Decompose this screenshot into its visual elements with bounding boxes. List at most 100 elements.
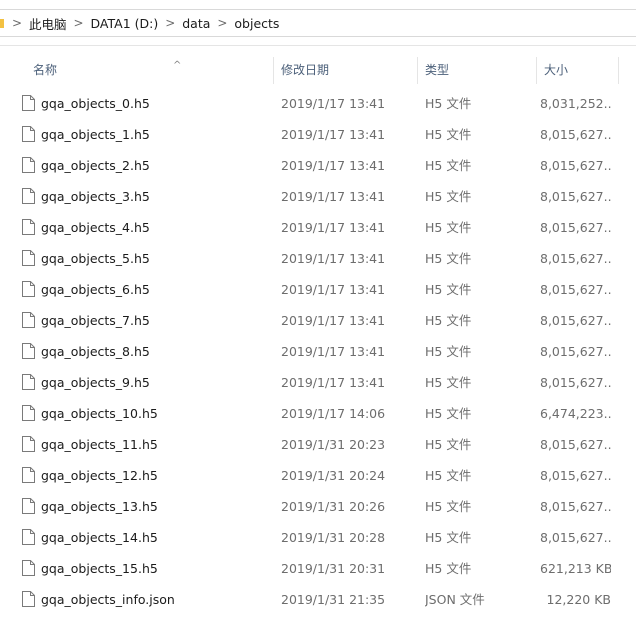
file-icon [22, 436, 35, 452]
file-type: H5 文件 [425, 282, 472, 297]
file-row[interactable]: gqa_objects_13.h5 2019/1/31 20:26 H5 文件 8,0… [0, 491, 636, 522]
file-date-modified: 2019/1/31 20:26 [281, 499, 386, 514]
file-icon [22, 95, 35, 111]
file-size: 8,015,627... [540, 530, 611, 545]
file-date-modified: 2019/1/17 13:41 [281, 282, 386, 297]
file-name: gqa_objects_0.h5 [41, 96, 150, 111]
file-size: 8,015,627... [540, 313, 611, 328]
file-type: H5 文件 [425, 499, 472, 514]
file-size: 6,474,223... [540, 406, 611, 421]
file-row[interactable]: gqa_objects_2.h5 2019/1/17 13:41 H5 文件 8,01… [0, 150, 636, 181]
file-row[interactable]: gqa_objects_4.h5 2019/1/17 13:41 H5 文件 8,01… [0, 212, 636, 243]
file-row[interactable]: gqa_objects_info.json 2019/1/31 21:35 JSON… [0, 584, 636, 615]
chevron-right-icon[interactable]: > [69, 16, 89, 30]
file-type: H5 文件 [425, 220, 472, 235]
file-row[interactable]: gqa_objects_8.h5 2019/1/17 13:41 H5 文件 8,01… [0, 336, 636, 367]
file-icon [22, 343, 35, 359]
file-size: 8,015,627... [540, 220, 611, 235]
file-name: gqa_objects_info.json [41, 592, 175, 607]
file-type: H5 文件 [425, 313, 472, 328]
breadcrumb-item-objects[interactable]: objects [232, 14, 281, 33]
file-date-modified: 2019/1/17 14:06 [281, 406, 386, 421]
file-row[interactable]: gqa_objects_7.h5 2019/1/17 13:41 H5 文件 8,01… [0, 305, 636, 336]
file-row[interactable]: gqa_objects_11.h5 2019/1/31 20:23 H5 文件 8,0… [0, 429, 636, 460]
vertical-scrollbar[interactable] [619, 57, 636, 625]
file-size: 12,220 KB [546, 592, 611, 607]
file-date-modified: 2019/1/17 13:41 [281, 251, 386, 266]
breadcrumb-item-data[interactable]: data [180, 14, 212, 33]
file-name: gqa_objects_13.h5 [41, 499, 158, 514]
breadcrumb: > 此电脑 > DATA1 (D:) > data > objects [0, 9, 636, 37]
chevron-right-icon[interactable]: > [7, 16, 27, 30]
file-type: H5 文件 [425, 530, 472, 545]
file-row[interactable]: gqa_objects_9.h5 2019/1/17 13:41 H5 文件 8,01… [0, 367, 636, 398]
file-size: 8,015,627... [540, 375, 611, 390]
column-header-name-label: 名称 [33, 63, 58, 77]
file-name: gqa_objects_7.h5 [41, 313, 150, 328]
file-row[interactable]: gqa_objects_5.h5 2019/1/17 13:41 H5 文件 8,01… [0, 243, 636, 274]
file-size: 8,015,627... [540, 251, 611, 266]
file-size: 8,015,627... [540, 499, 611, 514]
file-row[interactable]: gqa_objects_14.h5 2019/1/31 20:28 H5 文件 8,0… [0, 522, 636, 553]
file-name: gqa_objects_3.h5 [41, 189, 150, 204]
file-icon [22, 498, 35, 514]
file-size: 8,015,627... [540, 344, 611, 359]
address-bar: > 此电脑 > DATA1 (D:) > data > objects [0, 0, 636, 46]
file-size: 8,015,627... [540, 127, 611, 142]
file-name: gqa_objects_15.h5 [41, 561, 158, 576]
file-type: H5 文件 [425, 406, 472, 421]
file-date-modified: 2019/1/17 13:41 [281, 189, 386, 204]
file-date-modified: 2019/1/31 20:23 [281, 437, 386, 452]
file-size: 8,015,627... [540, 437, 611, 452]
file-row[interactable]: gqa_objects_10.h5 2019/1/17 14:06 H5 文件 6,4… [0, 398, 636, 429]
file-icon [22, 560, 35, 576]
file-type: H5 文件 [425, 344, 472, 359]
file-size: 8,015,627... [540, 158, 611, 173]
chevron-right-icon[interactable]: > [212, 16, 232, 30]
file-icon [22, 529, 35, 545]
file-size: 8,031,252... [540, 96, 611, 111]
file-type: H5 文件 [425, 437, 472, 452]
file-type: H5 文件 [425, 127, 472, 142]
file-type: H5 文件 [425, 189, 472, 204]
file-icon [22, 374, 35, 390]
folder-icon [0, 17, 7, 29]
chevron-right-icon[interactable]: > [160, 16, 180, 30]
column-header-type[interactable]: 类型 [418, 57, 537, 84]
breadcrumb-item-drive[interactable]: DATA1 (D:) [89, 14, 161, 33]
sort-ascending-icon: ^ [173, 60, 182, 71]
file-row[interactable]: gqa_objects_6.h5 2019/1/17 13:41 H5 文件 8,01… [0, 274, 636, 305]
file-type: H5 文件 [425, 468, 472, 483]
column-header-type-label: 类型 [425, 63, 450, 77]
column-header-size-label: 大小 [544, 63, 569, 77]
file-date-modified: 2019/1/17 13:41 [281, 313, 386, 328]
file-row[interactable]: gqa_objects_1.h5 2019/1/17 13:41 H5 文件 8,01… [0, 119, 636, 150]
file-type: H5 文件 [425, 375, 472, 390]
file-date-modified: 2019/1/17 13:41 [281, 344, 386, 359]
breadcrumb-item-this-pc[interactable]: 此电脑 [27, 12, 69, 35]
file-date-modified: 2019/1/31 20:31 [281, 561, 386, 576]
file-date-modified: 2019/1/17 13:41 [281, 96, 386, 111]
file-name: gqa_objects_12.h5 [41, 468, 158, 483]
file-date-modified: 2019/1/31 20:28 [281, 530, 386, 545]
file-row[interactable]: gqa_objects_12.h5 2019/1/31 20:24 H5 文件 8,0… [0, 460, 636, 491]
file-row[interactable]: gqa_objects_15.h5 2019/1/31 20:31 H5 文件 621… [0, 553, 636, 584]
column-header-name[interactable]: 名称 ^ [26, 57, 274, 84]
file-name: gqa_objects_11.h5 [41, 437, 158, 452]
file-icon [22, 219, 35, 235]
column-header-date[interactable]: 修改日期 [274, 57, 418, 84]
file-date-modified: 2019/1/17 13:41 [281, 158, 386, 173]
column-header-size[interactable]: 大小 [537, 57, 619, 84]
file-name: gqa_objects_10.h5 [41, 406, 158, 421]
file-size: 8,015,627... [540, 468, 611, 483]
file-row[interactable]: gqa_objects_3.h5 2019/1/17 13:41 H5 文件 8,01… [0, 181, 636, 212]
file-type: H5 文件 [425, 251, 472, 266]
file-icon [22, 467, 35, 483]
file-type: H5 文件 [425, 96, 472, 111]
file-name: gqa_objects_14.h5 [41, 530, 158, 545]
file-row[interactable]: gqa_objects_0.h5 2019/1/17 13:41 H5 文件 8,03… [0, 88, 636, 119]
file-icon [22, 312, 35, 328]
file-size: 8,015,627... [540, 282, 611, 297]
file-name: gqa_objects_8.h5 [41, 344, 150, 359]
file-name: gqa_objects_6.h5 [41, 282, 150, 297]
